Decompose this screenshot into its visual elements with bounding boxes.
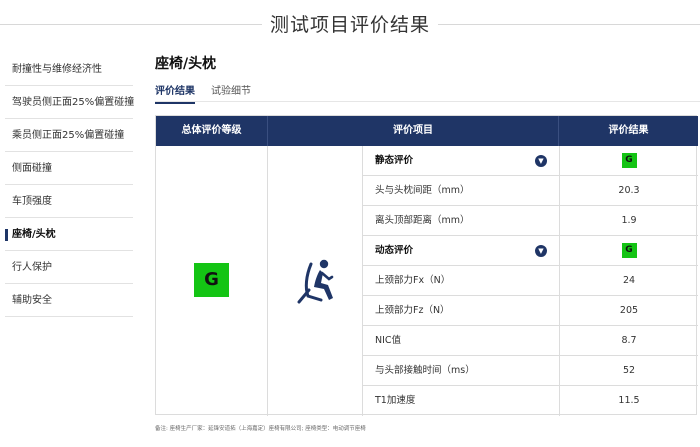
- row-label: NIC值: [375, 335, 402, 346]
- row-value: 205: [559, 296, 698, 326]
- table-row: NIC值 8.7: [363, 326, 698, 356]
- sidebar-item-side-impact[interactable]: 侧面碰撞: [5, 152, 133, 185]
- sidebar-item-crashworthiness[interactable]: 耐撞性与维修经济性: [5, 53, 133, 86]
- table-row: 上颈部力Fx（N） 24: [363, 266, 698, 296]
- title-divider-right: [438, 24, 700, 25]
- row-value: 1.9: [559, 206, 698, 236]
- evaluation-rows: 静态评价 ▼ G 头与头枕间距（mm） 20.3 离头顶部距离（mm） 1.9 …: [363, 146, 698, 416]
- chevron-down-icon[interactable]: ▼: [535, 245, 547, 257]
- sidebar-item-driver-small-overlap[interactable]: 驾驶员侧正面25%偏置碰撞: [5, 86, 134, 119]
- row-label: 上颈部力Fx（N）: [375, 275, 451, 286]
- sidebar-item-pedestrian-protection[interactable]: 行人保护: [5, 251, 133, 284]
- sidebar-item-roof-strength[interactable]: 车顶强度: [5, 185, 133, 218]
- page-title: 测试项目评价结果: [269, 14, 430, 36]
- overall-grade-badge: G: [194, 263, 229, 297]
- seat-icon-cell: [268, 146, 363, 416]
- row-value: 24: [559, 266, 698, 296]
- table-row: 头与头枕间距（mm） 20.3: [363, 176, 698, 206]
- seated-person-icon: [297, 259, 334, 304]
- sidebar-item-passenger-small-overlap[interactable]: 乘员侧正面25%偏置碰撞: [5, 119, 133, 152]
- table-row-static: 静态评价 ▼ G: [363, 146, 698, 176]
- chevron-down-icon[interactable]: ▼: [535, 155, 547, 167]
- table-row: T1加速度 11.5: [363, 386, 698, 416]
- row-label: 与头部接触时间（ms）: [375, 365, 475, 376]
- table-row: 离头顶部距离（mm） 1.9: [363, 206, 698, 236]
- row-label: 头与头枕间距（mm）: [375, 185, 470, 196]
- row-label: 上颈部力Fz（N）: [375, 305, 450, 316]
- row-value: 20.3: [559, 176, 698, 206]
- row-value: 8.7: [559, 326, 698, 356]
- page-header: 测试项目评价结果: [0, 0, 700, 46]
- header-overall-grade: 总体评价等级: [156, 116, 268, 146]
- sidebar-item-seat-headrest[interactable]: 座椅/头枕: [5, 218, 133, 251]
- table-header: 总体评价等级 评价项目 评价结果: [156, 116, 698, 146]
- row-label: T1加速度: [375, 395, 416, 406]
- grade-badge: G: [621, 153, 637, 168]
- footnote: 备注: 座椅生产厂家：延锋安道拓（上海嘉定）座椅有限公司; 座椅类型：电动调节座…: [155, 426, 366, 432]
- table-row: 与头部接触时间（ms） 52: [363, 356, 698, 386]
- tabs-divider: [155, 101, 700, 102]
- section-title: 座椅/头枕: [155, 56, 217, 72]
- header-evaluation-result: 评价结果: [608, 125, 649, 136]
- row-label: 离头顶部距离（mm）: [375, 215, 470, 226]
- row-label: 静态评价: [375, 155, 414, 166]
- sidebar-item-assisted-safety[interactable]: 辅助安全: [5, 284, 133, 317]
- table-row-dynamic: 动态评价 ▼ G: [363, 236, 698, 266]
- results-table: 总体评价等级 评价项目 评价结果 G 静态评价 ▼ G 头与头枕间距（mm） 2…: [155, 115, 698, 416]
- row-value: 11.5: [559, 386, 698, 416]
- row-value-cell: G: [559, 146, 698, 176]
- row-value-cell: G: [559, 236, 698, 266]
- row-value: 52: [559, 356, 698, 386]
- grade-badge: G: [621, 243, 637, 258]
- row-label: 动态评价: [375, 245, 414, 256]
- header-evaluation-item: 评价项目: [268, 116, 559, 146]
- sidebar-nav: 耐撞性与维修经济性 驾驶员侧正面25%偏置碰撞 乘员侧正面25%偏置碰撞 侧面碰…: [5, 53, 134, 317]
- title-divider-left: [0, 24, 262, 25]
- table-row: 上颈部力Fz（N） 205: [363, 296, 698, 326]
- overall-grade-cell: G: [156, 146, 268, 416]
